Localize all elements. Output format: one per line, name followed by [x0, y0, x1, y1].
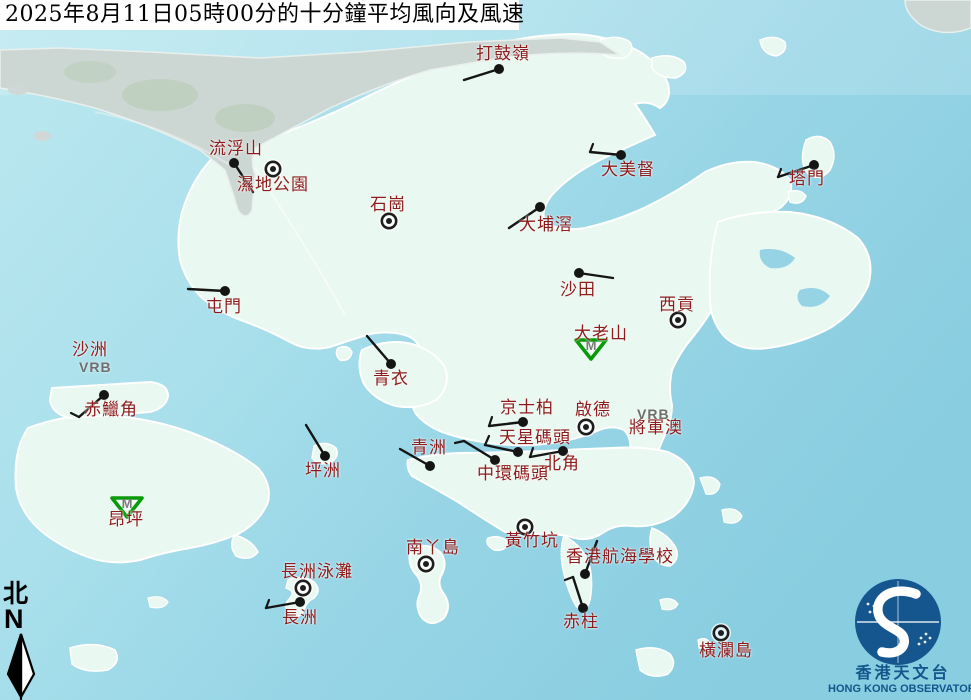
station-barb-marker [266, 597, 305, 608]
station-barb-marker [489, 417, 528, 427]
north-arrow-icon [0, 631, 42, 700]
station-label: 大埔滘 [519, 216, 573, 234]
station-barb-marker [464, 64, 504, 80]
station-label: 塔門 [789, 170, 825, 188]
station-label: 赤柱 [563, 613, 599, 631]
station-label: 長洲泳灘 [281, 563, 353, 581]
station-barb-marker [565, 577, 588, 613]
station-calm-marker [576, 417, 596, 437]
station-barb-marker [188, 286, 230, 296]
station-label: 香港航海學校 [566, 548, 674, 566]
station-label: 南丫島 [406, 539, 460, 557]
station-label: 沙田 [560, 281, 596, 299]
station-label: 啟德 [575, 401, 611, 419]
station-label: 西貢 [659, 296, 695, 314]
station-label: 黃竹坑 [505, 532, 559, 550]
station-label: 石崗 [370, 196, 406, 214]
station-label: 赤鱲角 [84, 401, 138, 419]
station-label: 天星碼頭 [499, 429, 571, 447]
station-label: 大美督 [601, 161, 655, 179]
station-label: 打鼓嶺 [476, 45, 530, 63]
station-label: 濕地公園 [237, 176, 309, 194]
title-bar: 2025年8月11日05時00分的十分鐘平均風向及風速 [0, 0, 519, 30]
hko-logo-text-cn: 香港天文台 [848, 665, 958, 683]
station-label: 京士柏 [500, 399, 554, 417]
station-label: 青洲 [411, 439, 447, 457]
station-label: 青衣 [373, 370, 409, 388]
hko-logo-text-en: HONG KONG OBSERVATORY [828, 683, 971, 696]
station-barb-marker [590, 144, 626, 160]
wind-map-screenshot: MM 打鼓嶺流浮山濕地公園石崗大埔滘大美督塔門屯門沙田西貢大老山沙洲VRB赤鱲角… [0, 0, 971, 700]
station-label: 橫瀾島 [699, 642, 753, 660]
station-label: 沙洲 [72, 341, 108, 359]
station-label: 中環碼頭 [477, 465, 549, 483]
station-barb-marker [306, 425, 330, 461]
station-calm-marker [711, 623, 731, 643]
station-barb-marker [574, 268, 613, 278]
station-label: 長洲 [282, 609, 318, 627]
station-label: 大老山 [574, 325, 628, 343]
maintenance-symbol: M [122, 496, 133, 511]
station-vrb-text: VRB [79, 359, 112, 375]
station-label: 昂坪 [108, 511, 144, 529]
hko-logo-icon [846, 574, 956, 678]
station-barb-marker [367, 336, 396, 369]
station-vrb-text: VRB [637, 406, 670, 422]
north-label-en: N [4, 606, 24, 633]
station-barb-marker [455, 441, 500, 465]
station-label: 流浮山 [209, 140, 263, 158]
station-label: 坪洲 [305, 462, 341, 480]
station-label: 屯門 [206, 298, 242, 316]
station-label: 北角 [544, 455, 580, 473]
stations-layer: MM [0, 0, 971, 700]
map-title: 2025年8月11日05時00分的十分鐘平均風向及風速 [0, 0, 519, 30]
